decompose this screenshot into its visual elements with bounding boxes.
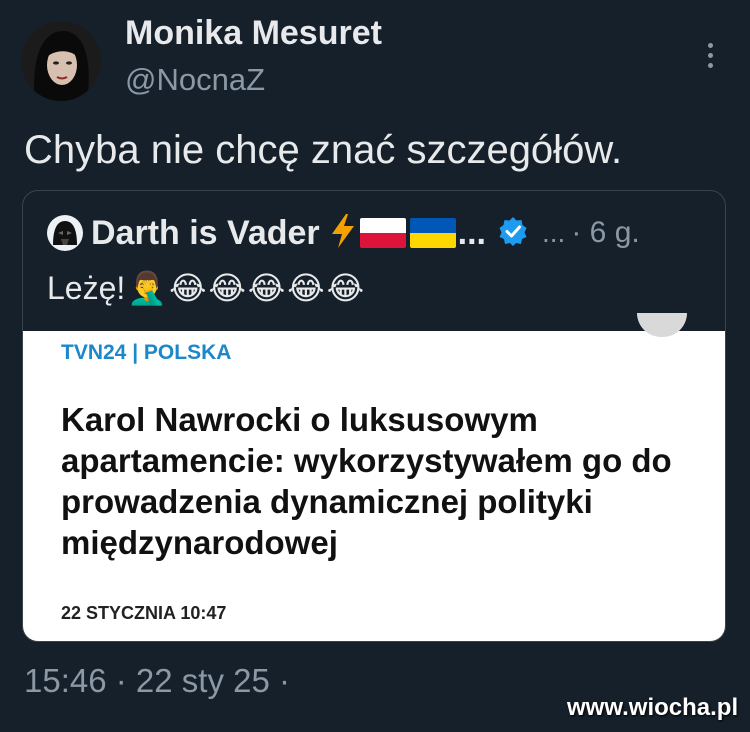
quoted-name-ellipsis: ... [457, 213, 486, 252]
laughing-emoji: 😂 [247, 270, 286, 306]
card-source: TVN24 | POLSKA [61, 341, 232, 364]
avatar[interactable] [21, 21, 101, 101]
quoted-tweet-header: Darth is Vader ... ... · 6 g. [47, 213, 640, 253]
card-date: 22 STYCZNIA 10:47 [61, 603, 227, 623]
card-headline: Karol Nawrocki o luksusowym apartamencie… [61, 401, 672, 561]
quoted-avatar[interactable] [47, 215, 83, 251]
watermark: www.wiocha.pl [567, 694, 739, 721]
laughing-emoji: 😂 [326, 270, 365, 306]
laughing-emoji: 😂 [169, 270, 207, 306]
laughing-emoji: 😂 [287, 270, 325, 306]
lightning-icon [330, 213, 356, 253]
quoted-tweet[interactable]: Darth is Vader ... ... · 6 g. Leżę! 🤦‍♂️… [22, 190, 726, 642]
more-vertical-icon[interactable] [700, 35, 720, 75]
facepalm-emoji: 🤦‍♂️ [127, 270, 168, 306]
quoted-author-handle[interactable]: ... [542, 217, 565, 249]
quoted-author-name[interactable]: Darth is Vader [91, 214, 320, 253]
quoted-timestamp[interactable]: · 6 g. [571, 216, 639, 250]
quoted-text: Leżę! [47, 269, 126, 306]
tweet-timestamp[interactable]: 15:46 · 22 sty 25 · [24, 662, 290, 700]
poland-flag-icon [359, 218, 406, 248]
card-decoration [637, 313, 687, 337]
tweet-text: Chyba nie chcę znać szczegółów. [24, 128, 623, 172]
author-handle[interactable]: @NocnaZ [125, 62, 265, 98]
news-screenshot-card[interactable]: TVN24 | POLSKA Karol Nawrocki o luksusow… [23, 313, 725, 641]
author-name[interactable]: Monika Mesuret [125, 14, 382, 53]
verified-badge-icon [498, 216, 528, 251]
laughing-emoji: 😂 [208, 270, 246, 306]
avatar-image [21, 21, 101, 101]
quoted-tweet-text: Leżę! 🤦‍♂️ 😂 😂 😂 😂 😂 [47, 269, 364, 307]
ukraine-flag-icon [409, 218, 456, 248]
vader-helmet-icon [47, 215, 83, 251]
